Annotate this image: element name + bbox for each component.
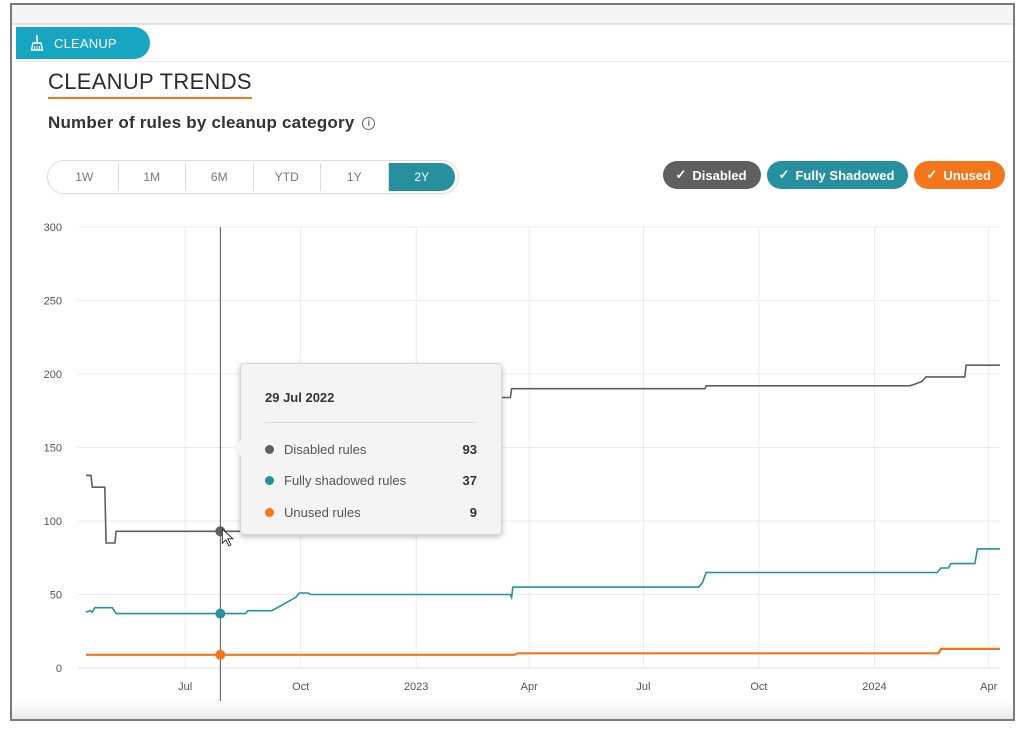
series-dot-icon [265, 475, 274, 485]
chart-tooltip: 29 Jul 2022 Disabled rules 93 Fully shad… [233, 363, 502, 535]
x-tick-label: Apr [980, 681, 997, 693]
cleanup-panel: CLEANUP CLEANUP TRENDS Number of rules b… [10, 3, 1015, 721]
series-line-fully-shadowed-rules [85, 548, 1000, 615]
grid-lines [78, 226, 1000, 669]
tooltip-value: 9 [469, 504, 477, 520]
bottom-shadow [12, 701, 1013, 719]
x-tick-label: Jul [178, 681, 192, 693]
series-dot-icon [265, 507, 274, 517]
hover-crosshair [215, 227, 235, 704]
tooltip-row-fully-shadowed: Fully shadowed rules 37 [265, 471, 477, 489]
x-tick-label: Oct [292, 681, 309, 693]
y-axis-ticks: 0 50 100 150 200 250 300 [44, 222, 62, 675]
x-tick-label: 2024 [862, 681, 886, 693]
series-dot-icon [265, 444, 274, 454]
series-line-disabled-rules [86, 364, 1000, 544]
tooltip-label: Disabled rules [284, 441, 367, 457]
tooltip-divider [265, 422, 477, 423]
tooltip-label: Unused rules [284, 504, 361, 520]
y-tick-label: 250 [44, 296, 62, 308]
x-axis-ticks: Jul Oct 2023 Apr Jul Oct 2024 Apr [178, 681, 997, 693]
y-tick-label: 100 [44, 516, 62, 528]
tooltip-row-disabled: Disabled rules 93 [265, 440, 477, 458]
tooltip-date: 29 Jul 2022 [265, 390, 335, 405]
y-tick-label: 200 [44, 369, 62, 381]
x-tick-label: Oct [750, 681, 767, 693]
y-tick-label: 0 [56, 663, 62, 675]
x-tick-label: 2023 [404, 681, 428, 693]
hover-marker [215, 649, 226, 660]
y-tick-label: 150 [44, 443, 62, 455]
x-tick-label: Jul [636, 681, 650, 693]
tooltip-value: 37 [462, 472, 477, 488]
tooltip-value: 93 [462, 441, 477, 457]
x-tick-label: Apr [521, 681, 538, 693]
hover-marker [215, 608, 226, 619]
y-tick-label: 300 [44, 222, 62, 234]
y-tick-label: 50 [50, 590, 62, 602]
cleanup-trend-chart[interactable]: 0 50 100 150 200 250 300 Jul Oct 2023 Apr Jul Oct 20… [12, 5, 1015, 721]
tooltip-label: Fully shadowed rules [284, 472, 407, 488]
tooltip-row-unused: Unused rules 9 [265, 503, 477, 521]
